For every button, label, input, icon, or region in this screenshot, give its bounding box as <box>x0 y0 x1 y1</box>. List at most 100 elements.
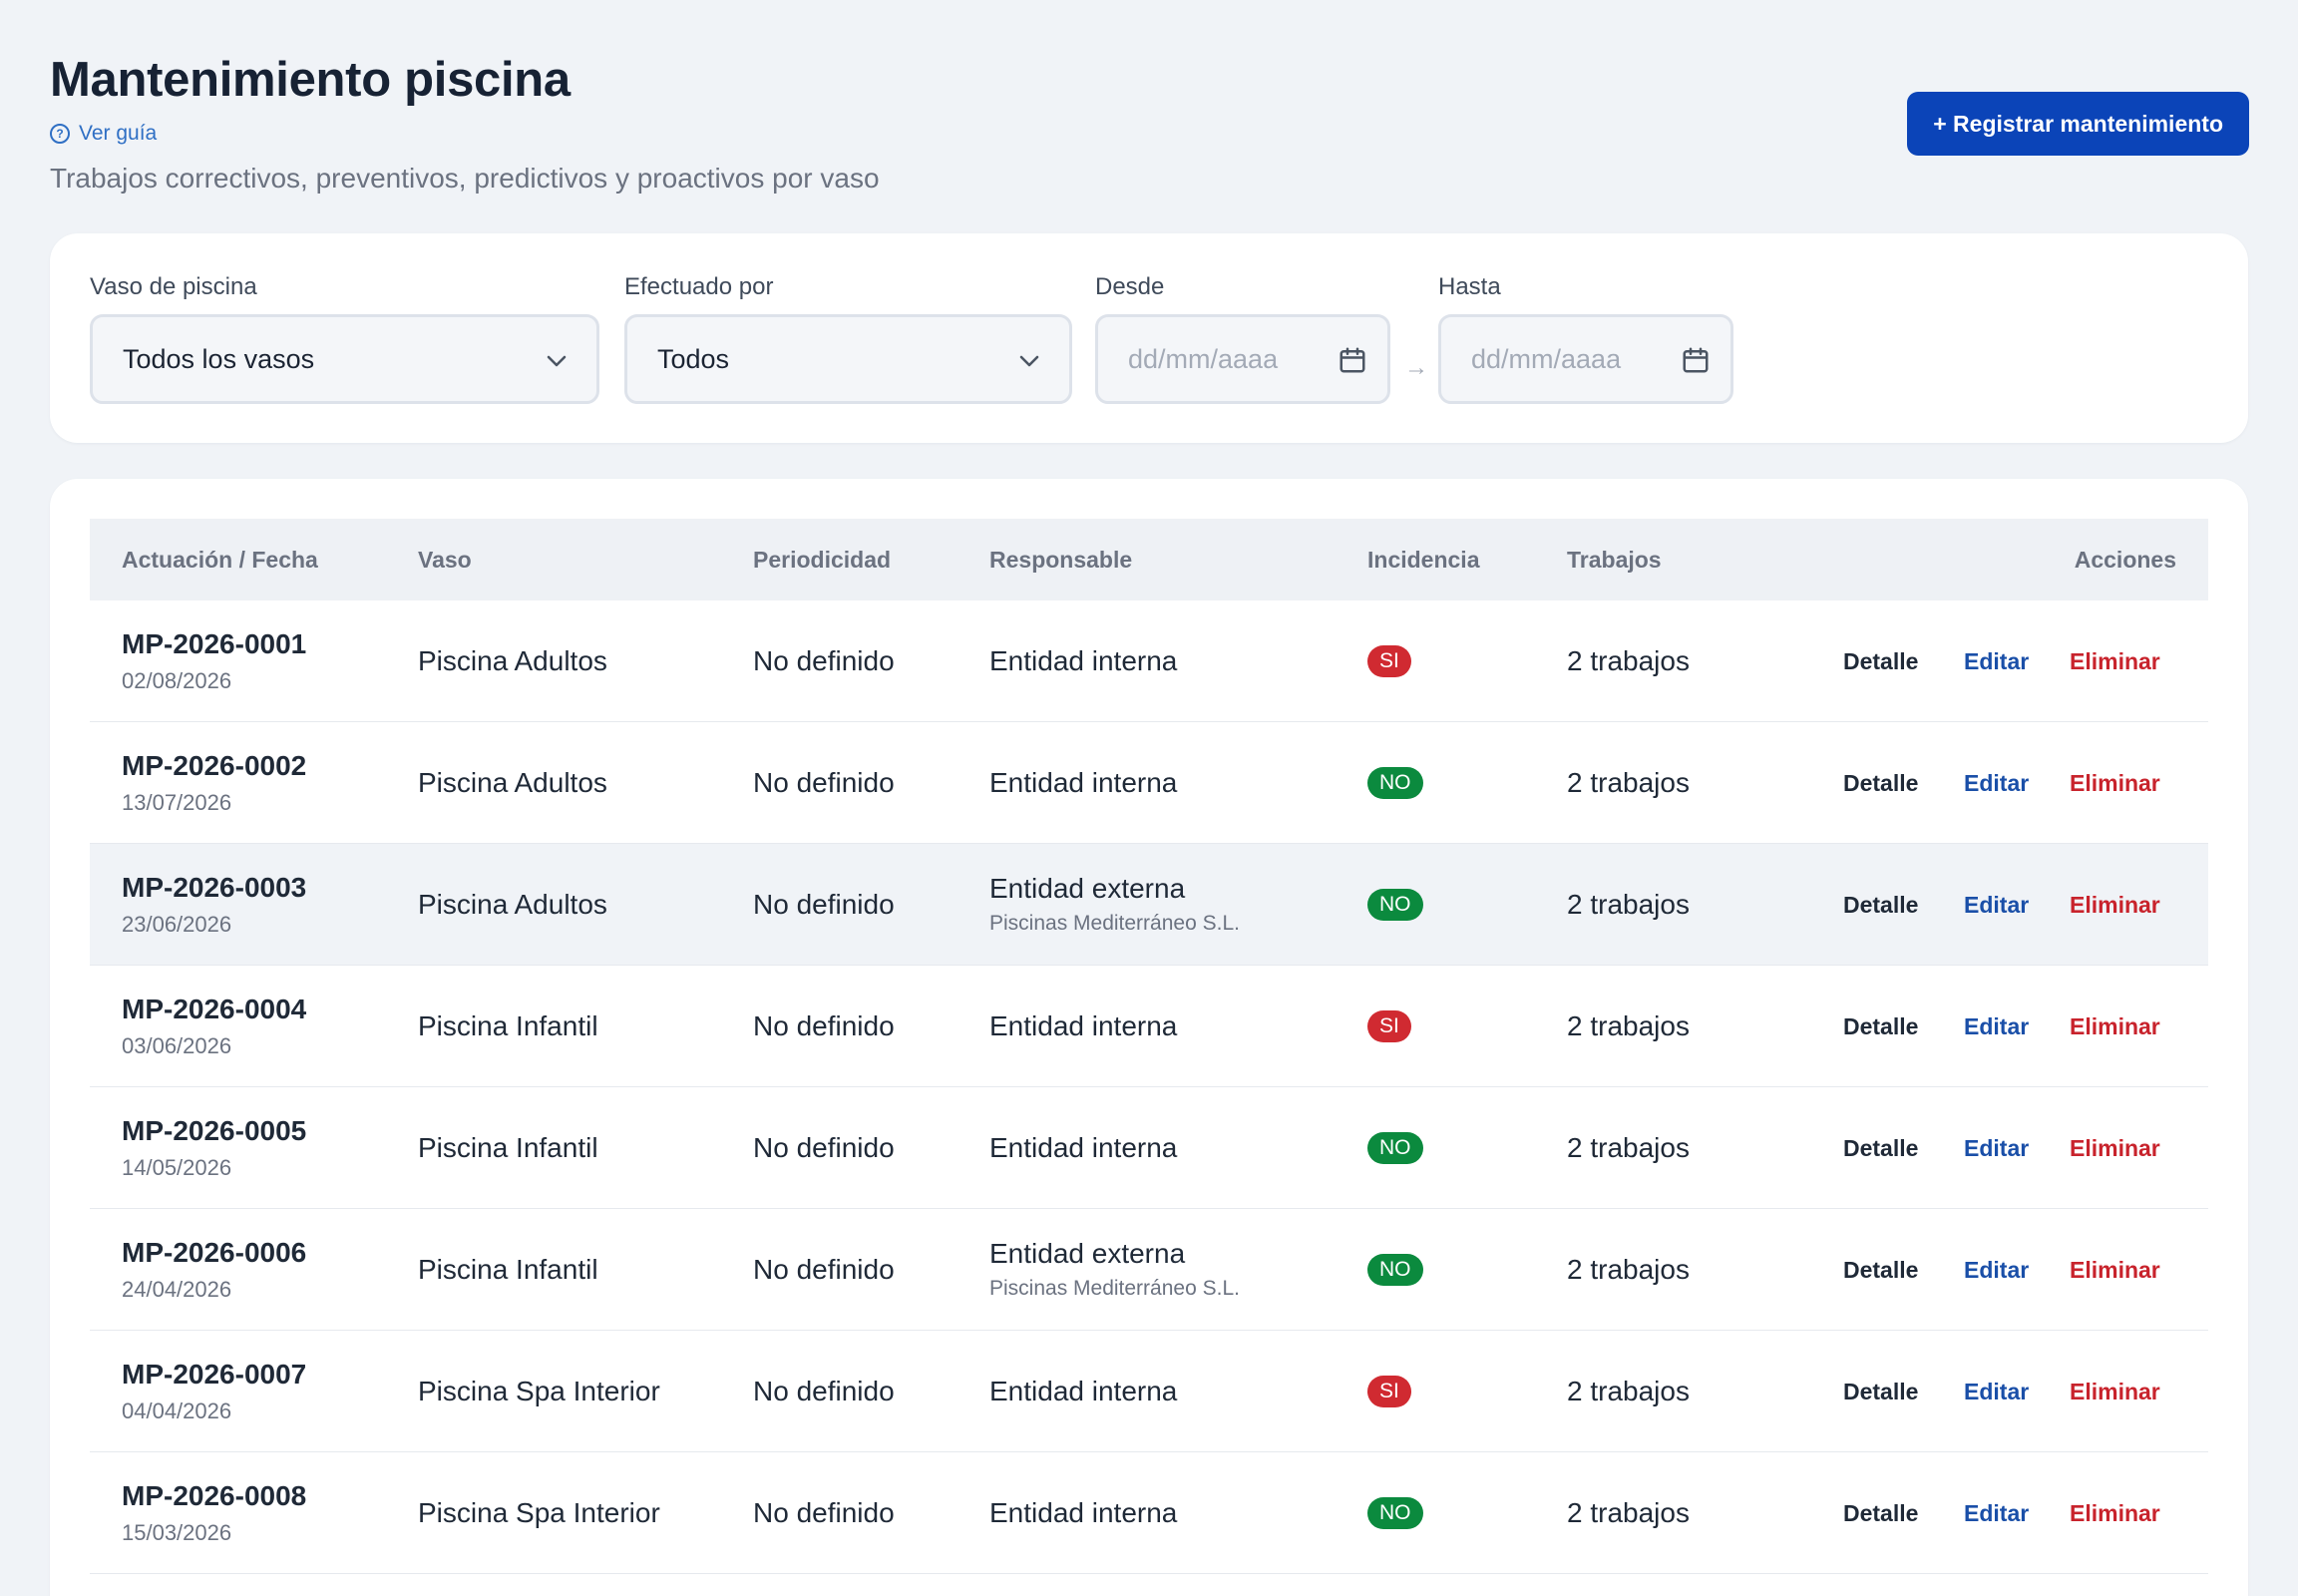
row-id: MP-2026-0006 <box>122 1237 307 1268</box>
range-arrow: → <box>1404 354 1428 381</box>
row-trabajos: 2 trabajos <box>1567 1010 1690 1041</box>
row-periodicidad: No definido <box>753 1254 895 1285</box>
filters-card: Vaso de piscina Todos los vasos Efectuad… <box>50 233 2248 443</box>
detail-button[interactable]: Detalle <box>1843 1331 1918 1452</box>
vaso-select[interactable]: Todos los vasos <box>90 314 599 404</box>
filter-desde-label: Desde <box>1095 273 1165 300</box>
detail-button[interactable]: Detalle <box>1843 844 1918 966</box>
row-responsable: Entidad interna <box>989 1376 1178 1406</box>
desde-date-input[interactable]: dd/mm/aaaa <box>1095 314 1390 404</box>
table-row[interactable]: MP-2026-0007 04/04/2026 Piscina Spa Interi… <box>90 1331 2208 1452</box>
register-maintenance-button[interactable]: + Registrar mantenimiento <box>1907 92 2249 156</box>
efectuado-select[interactable]: Todos <box>624 314 1072 404</box>
delete-button[interactable]: Eliminar <box>2070 1209 2160 1331</box>
detail-button[interactable]: Detalle <box>1843 966 1918 1087</box>
chevron-down-icon <box>547 355 567 367</box>
row-vaso: Piscina Infantil <box>418 1132 598 1163</box>
delete-button[interactable]: Eliminar <box>2070 600 2160 722</box>
row-responsable: Entidad externa <box>989 873 1186 904</box>
table-row[interactable]: MP-2026-0008 15/03/2026 Piscina Spa Interi… <box>90 1452 2208 1574</box>
row-responsable: Entidad interna <box>989 1497 1178 1528</box>
column-header-responsable: Responsable <box>989 547 1133 573</box>
row-responsable: Entidad interna <box>989 767 1178 798</box>
guide-link-label: Ver guía <box>79 122 158 145</box>
row-vaso: Piscina Adultos <box>418 645 607 676</box>
row-date: 15/03/2026 <box>122 1520 232 1545</box>
row-id: MP-2026-0007 <box>122 1359 307 1390</box>
incidencia-badge: NO <box>1367 1497 1423 1529</box>
desde-placeholder: dd/mm/aaaa <box>1128 343 1279 374</box>
table-row[interactable]: MP-2026-0002 13/07/2026 Piscina Adultos No … <box>90 722 2208 844</box>
row-trabajos: 2 trabajos <box>1567 645 1690 676</box>
incidencia-badge: SI <box>1367 1376 1411 1407</box>
efectuado-select-value: Todos <box>657 343 730 374</box>
edit-button[interactable]: Editar <box>1964 844 2029 966</box>
column-header-acciones: Acciones <box>2074 547 2176 573</box>
edit-button[interactable]: Editar <box>1964 1209 2029 1331</box>
delete-button[interactable]: Eliminar <box>2070 1452 2160 1574</box>
help-circle-icon: ? <box>50 124 70 144</box>
calendar-icon[interactable] <box>1338 345 1367 375</box>
row-periodicidad: No definido <box>753 1132 895 1163</box>
row-vaso: Piscina Infantil <box>418 1010 598 1041</box>
incidencia-badge: SI <box>1367 645 1411 677</box>
row-responsable: Entidad interna <box>989 1132 1178 1163</box>
detail-button[interactable]: Detalle <box>1843 1087 1918 1209</box>
edit-button[interactable]: Editar <box>1964 1331 2029 1452</box>
detail-button[interactable]: Detalle <box>1843 1452 1918 1574</box>
filter-hasta-label: Hasta <box>1438 273 1501 300</box>
delete-button[interactable]: Eliminar <box>2070 844 2160 966</box>
row-trabajos: 2 trabajos <box>1567 1497 1690 1528</box>
row-id: MP-2026-0002 <box>122 750 307 781</box>
row-responsable: Entidad interna <box>989 645 1178 676</box>
column-header-periodicidad: Periodicidad <box>753 547 892 573</box>
edit-button[interactable]: Editar <box>1964 966 2029 1087</box>
row-periodicidad: No definido <box>753 1010 895 1041</box>
table-row[interactable]: MP-2026-0004 03/06/2026 Piscina Infantil No… <box>90 966 2208 1087</box>
table-body: MP-2026-0001 02/08/2026 Piscina Adultos No … <box>90 600 2208 1574</box>
delete-button[interactable]: Eliminar <box>2070 966 2160 1087</box>
detail-button[interactable]: Detalle <box>1843 1209 1918 1331</box>
hasta-date-input[interactable]: dd/mm/aaaa <box>1438 314 1733 404</box>
row-responsable: Entidad interna <box>989 1010 1178 1041</box>
edit-button[interactable]: Editar <box>1964 1087 2029 1209</box>
table-row[interactable]: MP-2026-0003 23/06/2026 Piscina Adultos No … <box>90 844 2208 966</box>
delete-button[interactable]: Eliminar <box>2070 722 2160 844</box>
column-header-incidencia: Incidencia <box>1367 547 1480 573</box>
table-row[interactable]: MP-2026-0001 02/08/2026 Piscina Adultos No … <box>90 600 2208 722</box>
row-id: MP-2026-0004 <box>122 994 307 1024</box>
row-empresa: Piscinas Mediterráneo S.L. <box>989 912 1240 935</box>
row-date: 13/07/2026 <box>122 790 232 815</box>
row-trabajos: 2 trabajos <box>1567 1132 1690 1163</box>
row-trabajos: 2 trabajos <box>1567 889 1690 920</box>
row-date: 04/04/2026 <box>122 1398 232 1423</box>
page-subtitle: Trabajos correctivos, preventivos, predi… <box>50 163 880 194</box>
hasta-placeholder: dd/mm/aaaa <box>1471 343 1622 374</box>
row-date: 03/06/2026 <box>122 1033 232 1058</box>
delete-button[interactable]: Eliminar <box>2070 1087 2160 1209</box>
edit-button[interactable]: Editar <box>1964 722 2029 844</box>
edit-button[interactable]: Editar <box>1964 1452 2029 1574</box>
row-periodicidad: No definido <box>753 645 895 676</box>
incidencia-badge: SI <box>1367 1010 1411 1042</box>
row-periodicidad: No definido <box>753 889 895 920</box>
detail-button[interactable]: Detalle <box>1843 722 1918 844</box>
table-row[interactable]: MP-2026-0005 14/05/2026 Piscina Infantil No… <box>90 1087 2208 1209</box>
page-title: Mantenimiento piscina <box>50 53 571 107</box>
column-header-vaso: Vaso <box>418 547 472 573</box>
guide-link[interactable]: ? Ver guía <box>50 122 157 146</box>
table-row[interactable]: MP-2026-0006 24/04/2026 Piscina Infantil No… <box>90 1209 2208 1331</box>
delete-button[interactable]: Eliminar <box>2070 1331 2160 1452</box>
row-vaso: Piscina Infantil <box>418 1254 598 1285</box>
page: Mantenimiento piscina ? Ver guía Trabajo… <box>0 0 2298 1596</box>
incidencia-badge: NO <box>1367 889 1423 921</box>
calendar-icon[interactable] <box>1681 345 1711 375</box>
edit-button[interactable]: Editar <box>1964 600 2029 722</box>
row-id: MP-2026-0005 <box>122 1115 307 1146</box>
row-responsable: Entidad externa <box>989 1238 1186 1269</box>
row-empresa: Piscinas Mediterráneo S.L. <box>989 1277 1240 1300</box>
incidencia-badge: NO <box>1367 767 1423 799</box>
row-periodicidad: No definido <box>753 1497 895 1528</box>
maintenance-table: Actuación / Fecha Vaso Periodicidad Resp… <box>50 479 2248 1596</box>
detail-button[interactable]: Detalle <box>1843 600 1918 722</box>
